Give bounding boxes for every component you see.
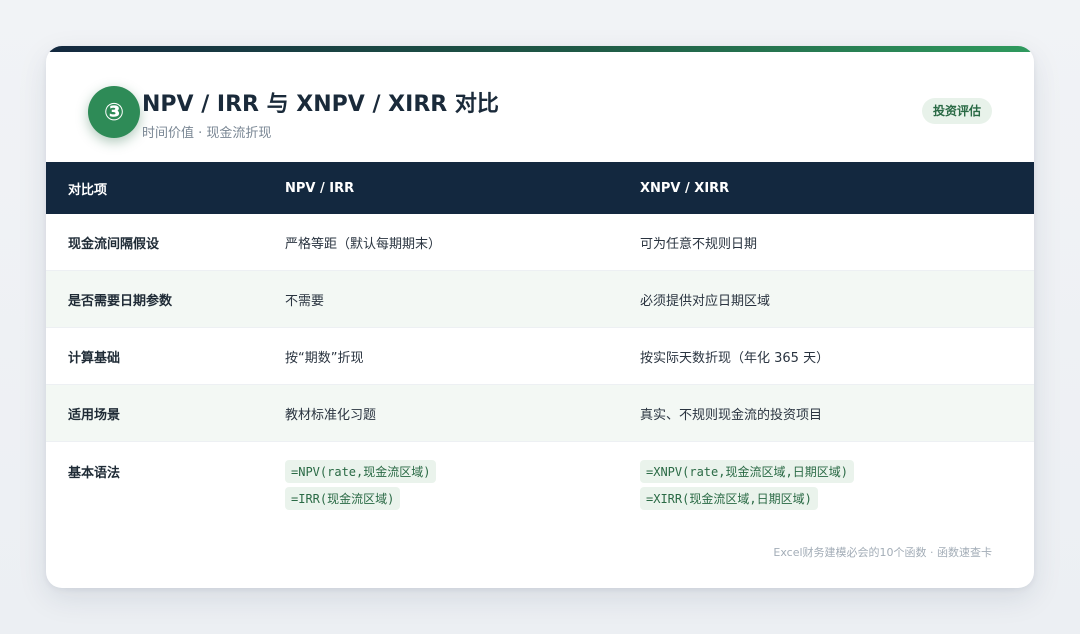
- comparison-table: 对比项 NPV / IRR XNPV / XIRR 现金流间隔假设 严格等距（默…: [46, 162, 1034, 522]
- row-item-cell: 现金流间隔假设: [68, 236, 160, 252]
- header-cell-item: 对比项: [68, 182, 108, 198]
- row-xnpv-cell: 按实际天数折现（年化 365 天）: [640, 350, 830, 366]
- row-xnpv-cell: 可为任意不规则日期: [640, 236, 758, 252]
- row-npv-cell: 不需要: [285, 293, 325, 309]
- xnpv-formula-code: =XNPV(rate,现金流区域,日期区域): [640, 460, 854, 483]
- syntax-npv-cell: =NPV(rate,现金流区域) =IRR(现金流区域): [285, 442, 640, 514]
- table-row: 是否需要日期参数 不需要 必须提供对应日期区域: [46, 271, 1034, 328]
- header-cell-xnpv: XNPV / XIRR: [640, 180, 730, 196]
- row-npv-cell: 教材标准化习题: [285, 407, 377, 423]
- row-xnpv-cell: 必须提供对应日期区域: [640, 293, 771, 309]
- section-number-badge: ③: [88, 86, 140, 138]
- row-item-cell: 基本语法: [68, 466, 121, 481]
- card-accent-bar: [46, 46, 1034, 52]
- section-subtitle: 时间价值 · 现金流折现: [142, 126, 272, 141]
- row-xnpv-cell: 真实、不规则现金流的投资项目: [640, 407, 823, 423]
- table-row: 适用场景 教材标准化习题 真实、不规则现金流的投资项目: [46, 385, 1034, 442]
- table-row: 现金流间隔假设 严格等距（默认每期期末） 可为任意不规则日期: [46, 214, 1034, 271]
- page: ③ NPV / IRR 与 XNPV / XIRR 对比 时间价值 · 现金流折…: [0, 0, 1080, 634]
- category-tag: 投资评估: [921, 98, 992, 124]
- row-npv-cell: 按“期数”折现: [285, 350, 364, 366]
- header-cell-npv: NPV / IRR: [285, 180, 355, 196]
- xirr-formula-code: =XIRR(现金流区域,日期区域): [640, 487, 818, 510]
- row-item-cell: 适用场景: [68, 407, 121, 423]
- row-item-cell: 计算基础: [68, 350, 121, 366]
- table-header-row: 对比项 NPV / IRR XNPV / XIRR: [46, 162, 1034, 214]
- row-npv-cell: 严格等距（默认每期期末）: [285, 236, 442, 252]
- irr-formula-code: =IRR(现金流区域): [285, 487, 401, 510]
- syntax-xnpv-cell: =XNPV(rate,现金流区域,日期区域) =XIRR(现金流区域,日期区域): [640, 442, 1034, 514]
- table-row-syntax: 基本语法 =NPV(rate,现金流区域) =IRR(现金流区域) =XNPV(…: [46, 442, 1034, 522]
- row-item-cell: 是否需要日期参数: [68, 293, 173, 309]
- npv-formula-code: =NPV(rate,现金流区域): [285, 460, 437, 483]
- table-row: 计算基础 按“期数”折现 按实际天数折现（年化 365 天）: [46, 328, 1034, 385]
- section-title: NPV / IRR 与 XNPV / XIRR 对比: [142, 92, 499, 117]
- comparison-card: ③ NPV / IRR 与 XNPV / XIRR 对比 时间价值 · 现金流折…: [46, 46, 1034, 588]
- footer-caption: Excel财务建模必会的10个函数 · 函数速查卡: [773, 546, 992, 559]
